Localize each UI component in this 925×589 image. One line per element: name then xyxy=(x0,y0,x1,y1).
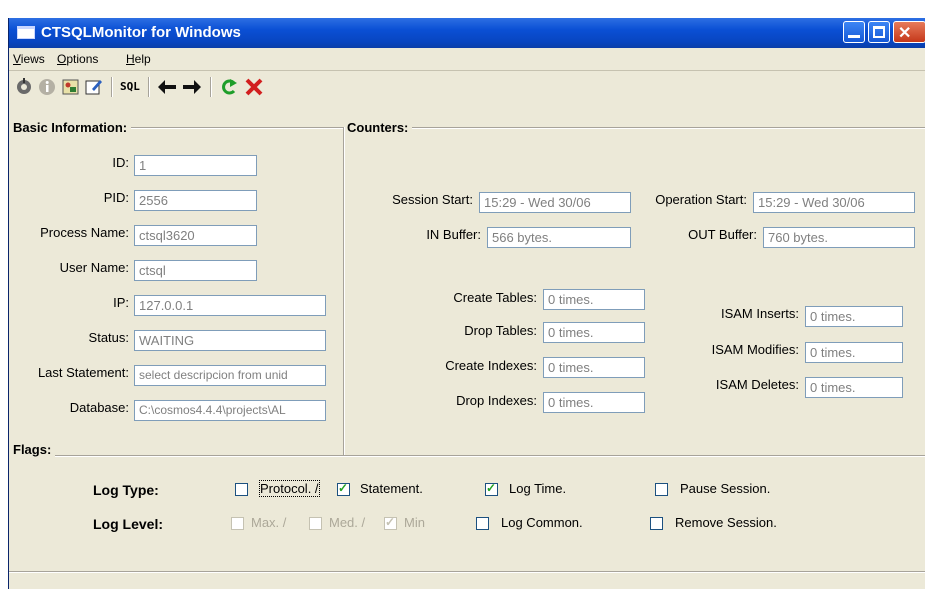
forward-arrow-icon[interactable] xyxy=(182,77,202,97)
last-statement-label: Last Statement: xyxy=(37,365,129,380)
app-window-icon xyxy=(17,26,35,39)
pid-field[interactable]: 2556 xyxy=(134,190,257,211)
protocol-label[interactable]: Protocol. / xyxy=(259,480,320,497)
id-field[interactable]: 1 xyxy=(134,155,257,176)
max-label: Max. / xyxy=(251,515,287,530)
med-checkbox[interactable] xyxy=(309,517,322,530)
min-checkbox[interactable]: ✓ xyxy=(384,515,397,530)
log-time-label[interactable]: Log Time. xyxy=(509,481,566,496)
status-field[interactable]: WAITING xyxy=(134,330,326,351)
connect-icon[interactable] xyxy=(14,77,34,97)
ip-field[interactable]: 127.0.0.1 xyxy=(134,295,326,316)
close-icon: ✕ xyxy=(898,25,912,42)
flags-frame-top xyxy=(19,455,925,457)
isam-deletes-label: ISAM Deletes: xyxy=(715,377,799,392)
user-name-field[interactable]: ctsql xyxy=(134,260,257,281)
close-window-button[interactable]: ✕ xyxy=(893,21,925,43)
statement-checkbox[interactable]: ✓ xyxy=(337,481,350,496)
check-icon: ✓ xyxy=(338,481,349,495)
counters-title: Counters: xyxy=(347,120,413,135)
toolbar-separator xyxy=(148,77,150,97)
maximize-button[interactable] xyxy=(868,21,890,43)
protocol-checkbox[interactable] xyxy=(235,483,248,496)
log-level-label: Log Level: xyxy=(93,516,164,532)
toolbar-separator xyxy=(210,77,212,97)
process-name-field[interactable]: ctsql3620 xyxy=(134,225,257,246)
maximize-icon xyxy=(873,26,885,38)
remove-session-checkbox[interactable] xyxy=(650,517,663,530)
pause-session-checkbox[interactable] xyxy=(655,483,668,496)
in-buffer-label: IN Buffer: xyxy=(426,227,481,242)
last-statement-field[interactable]: select descripcion from unid xyxy=(134,365,326,386)
status-bar-divider xyxy=(9,571,925,573)
session-start-field[interactable]: 15:29 - Wed 30/06 xyxy=(479,192,631,213)
database-field[interactable]: C:\cosmos4.4.4\projects\AL xyxy=(134,400,326,421)
check-icon: ✓ xyxy=(385,515,396,529)
database-label: Database: xyxy=(69,400,129,415)
log-type-label: Log Type: xyxy=(93,482,159,498)
minimize-button[interactable] xyxy=(843,21,865,43)
isam-inserts-field[interactable]: 0 times. xyxy=(805,306,903,327)
session-start-label: Session Start: xyxy=(392,192,473,207)
remove-session-label[interactable]: Remove Session. xyxy=(675,515,777,530)
basic-info-title: Basic Information: xyxy=(13,120,132,135)
drop-indexes-label: Drop Indexes: xyxy=(456,393,537,408)
menu-options[interactable]: Options xyxy=(57,52,98,66)
isam-modifies-field[interactable]: 0 times. xyxy=(805,342,903,363)
edit-icon[interactable] xyxy=(84,77,104,97)
minimize-icon xyxy=(848,35,860,38)
max-checkbox[interactable] xyxy=(231,517,244,530)
operation-start-field[interactable]: 15:29 - Wed 30/06 xyxy=(753,192,915,213)
drop-tables-field[interactable]: 0 times. xyxy=(543,322,645,343)
status-label: Status: xyxy=(88,330,129,345)
app-window: CTSQLMonitor for Windows ✕ Views Options… xyxy=(8,18,925,589)
log-common-label[interactable]: Log Common. xyxy=(501,515,583,530)
pid-label: PID: xyxy=(103,190,129,205)
statement-label[interactable]: Statement. xyxy=(360,481,423,496)
group-divider xyxy=(343,127,345,455)
flags-title: Flags: xyxy=(13,442,56,457)
menu-views[interactable]: Views xyxy=(13,52,45,66)
toolbar-separator xyxy=(111,77,113,97)
check-icon: ✓ xyxy=(486,481,497,495)
in-buffer-field[interactable]: 566 bytes. xyxy=(487,227,631,248)
log-common-checkbox[interactable] xyxy=(476,517,489,530)
isam-modifies-label: ISAM Modifies: xyxy=(711,342,799,357)
log-time-checkbox[interactable]: ✓ xyxy=(485,481,498,496)
toolbar: SQL xyxy=(9,71,925,101)
min-label: Min xyxy=(404,515,425,530)
title-bar[interactable]: CTSQLMonitor for Windows ✕ xyxy=(9,18,925,48)
info-icon[interactable] xyxy=(37,77,57,97)
process-name-label: Process Name: xyxy=(40,225,129,240)
ip-label: IP: xyxy=(113,295,129,310)
med-label: Med. / xyxy=(329,515,366,530)
counters-frame-top xyxy=(349,127,925,129)
menu-bar: Views Options Help xyxy=(9,48,925,71)
menu-help[interactable]: Help xyxy=(126,52,151,66)
create-tables-field[interactable]: 0 times. xyxy=(543,289,645,310)
id-label: ID: xyxy=(112,155,129,170)
out-buffer-field[interactable]: 760 bytes. xyxy=(763,227,915,248)
isam-deletes-field[interactable]: 0 times. xyxy=(805,377,903,398)
create-indexes-label: Create Indexes: xyxy=(445,358,537,373)
settings-icon[interactable] xyxy=(61,77,81,97)
drop-tables-label: Drop Tables: xyxy=(464,323,537,338)
create-indexes-field[interactable]: 0 times. xyxy=(543,357,645,378)
out-buffer-label: OUT Buffer: xyxy=(688,227,757,242)
drop-indexes-field[interactable]: 0 times. xyxy=(543,392,645,413)
sql-icon[interactable]: SQL xyxy=(120,77,140,97)
user-name-label: User Name: xyxy=(59,260,129,275)
operation-start-label: Operation Start: xyxy=(655,192,747,207)
create-tables-label: Create Tables: xyxy=(453,290,537,305)
close-red-x-icon[interactable] xyxy=(244,77,264,97)
back-arrow-icon[interactable] xyxy=(157,77,177,97)
window-title: CTSQLMonitor for Windows xyxy=(41,24,241,41)
isam-inserts-label: ISAM Inserts: xyxy=(720,306,799,321)
refresh-icon[interactable] xyxy=(219,77,239,97)
pause-session-label[interactable]: Pause Session. xyxy=(680,481,770,496)
